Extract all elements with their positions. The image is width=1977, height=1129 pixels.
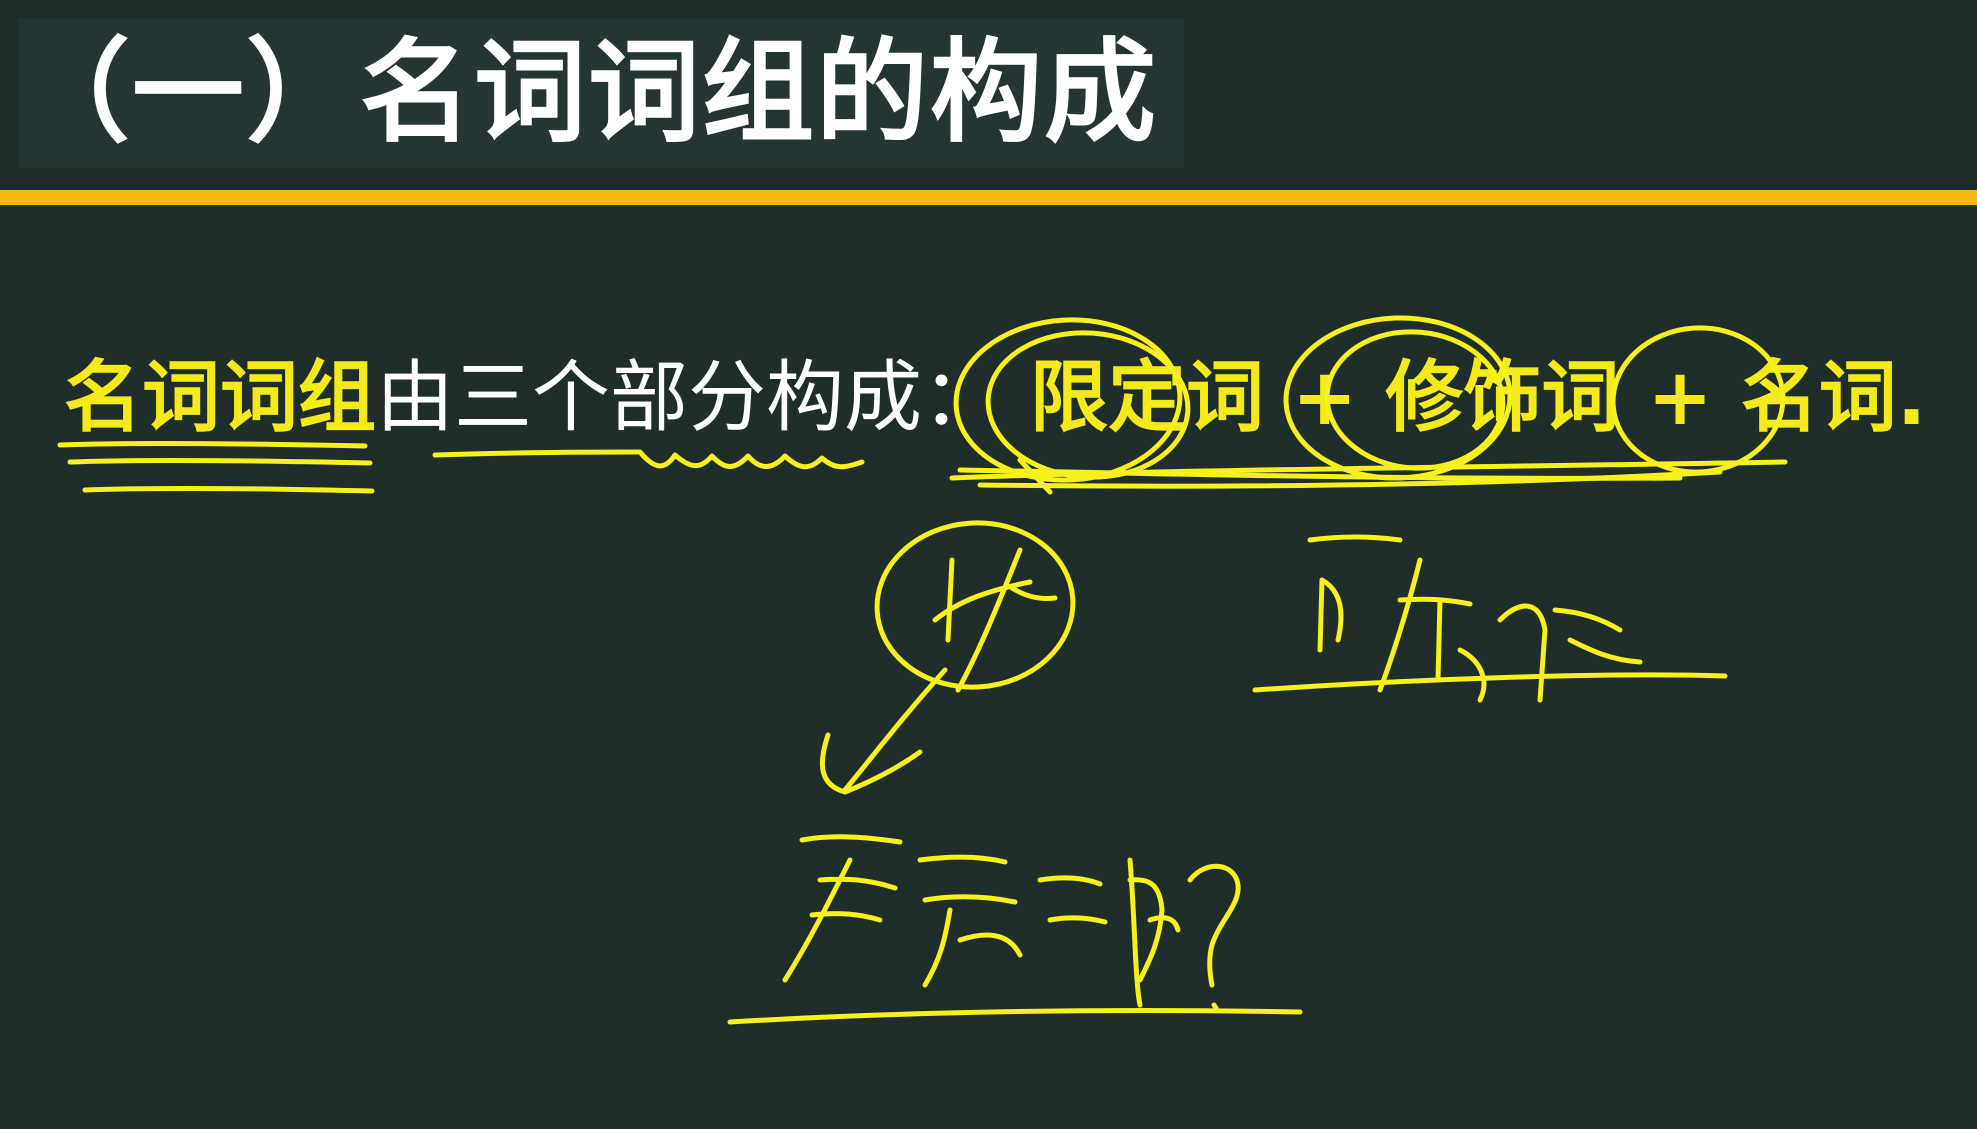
underline-right (1252, 672, 1728, 693)
hand-word-bottom-2 (917, 854, 1023, 988)
underline-bottom (727, 1007, 1303, 1025)
component-noun: 名词 (1740, 353, 1897, 443)
question-mark (1187, 863, 1241, 1011)
tick-determiner (1017, 457, 1053, 495)
definition-predicate: 由三个部分构成： (376, 353, 1001, 443)
underline-subject-3 (82, 485, 375, 494)
note-one-stroke-2 (932, 579, 1033, 623)
note-one-stroke-1 (945, 557, 955, 643)
lecture-slide: （一）名词词组的构成 名词词组由三个部分构成： 限定词 + 修饰词 + 名词. (0, 0, 1977, 1129)
arrow-head (819, 732, 923, 795)
definition-line: 名词词组由三个部分构成： 限定词 + 修饰词 + 名词. (64, 348, 1926, 448)
handwritten-annotations (57, 315, 1788, 1025)
plus-sign-1: + (1292, 353, 1358, 443)
arrow-down-left (842, 667, 948, 793)
slide-title: （一）名词词组的构成 (18, 18, 1184, 168)
hand-word-bottom-1 (782, 834, 903, 983)
underline-subject-2 (67, 457, 373, 466)
underline-components-3 (977, 469, 1723, 489)
hand-word-right-4 (1457, 647, 1487, 703)
component-modifier: 修饰词 (1385, 353, 1620, 443)
definition-end: . (1896, 353, 1927, 443)
hand-word-right-3 (1377, 557, 1473, 693)
hand-word-bottom-3 (1037, 875, 1181, 983)
hand-word-right-2 (1317, 577, 1344, 653)
plus-sign-2: + (1647, 353, 1713, 443)
underline-components-1 (949, 459, 1788, 481)
note-one-stroke-4 (1009, 585, 1058, 601)
accent-rule (0, 190, 1977, 205)
underline-components-2 (957, 467, 1683, 481)
hand-word-right-5 (1497, 603, 1643, 703)
hand-word-bottom-4 (1127, 857, 1143, 1008)
component-determiner: 限定词 (1030, 353, 1265, 443)
definition-subject: 名词词组 (64, 353, 377, 443)
hand-word-right-1 (1307, 534, 1403, 543)
wavy-underline-predicate (432, 449, 865, 470)
circle-note-one (874, 520, 1076, 690)
note-one-stroke-3 (955, 547, 1023, 693)
